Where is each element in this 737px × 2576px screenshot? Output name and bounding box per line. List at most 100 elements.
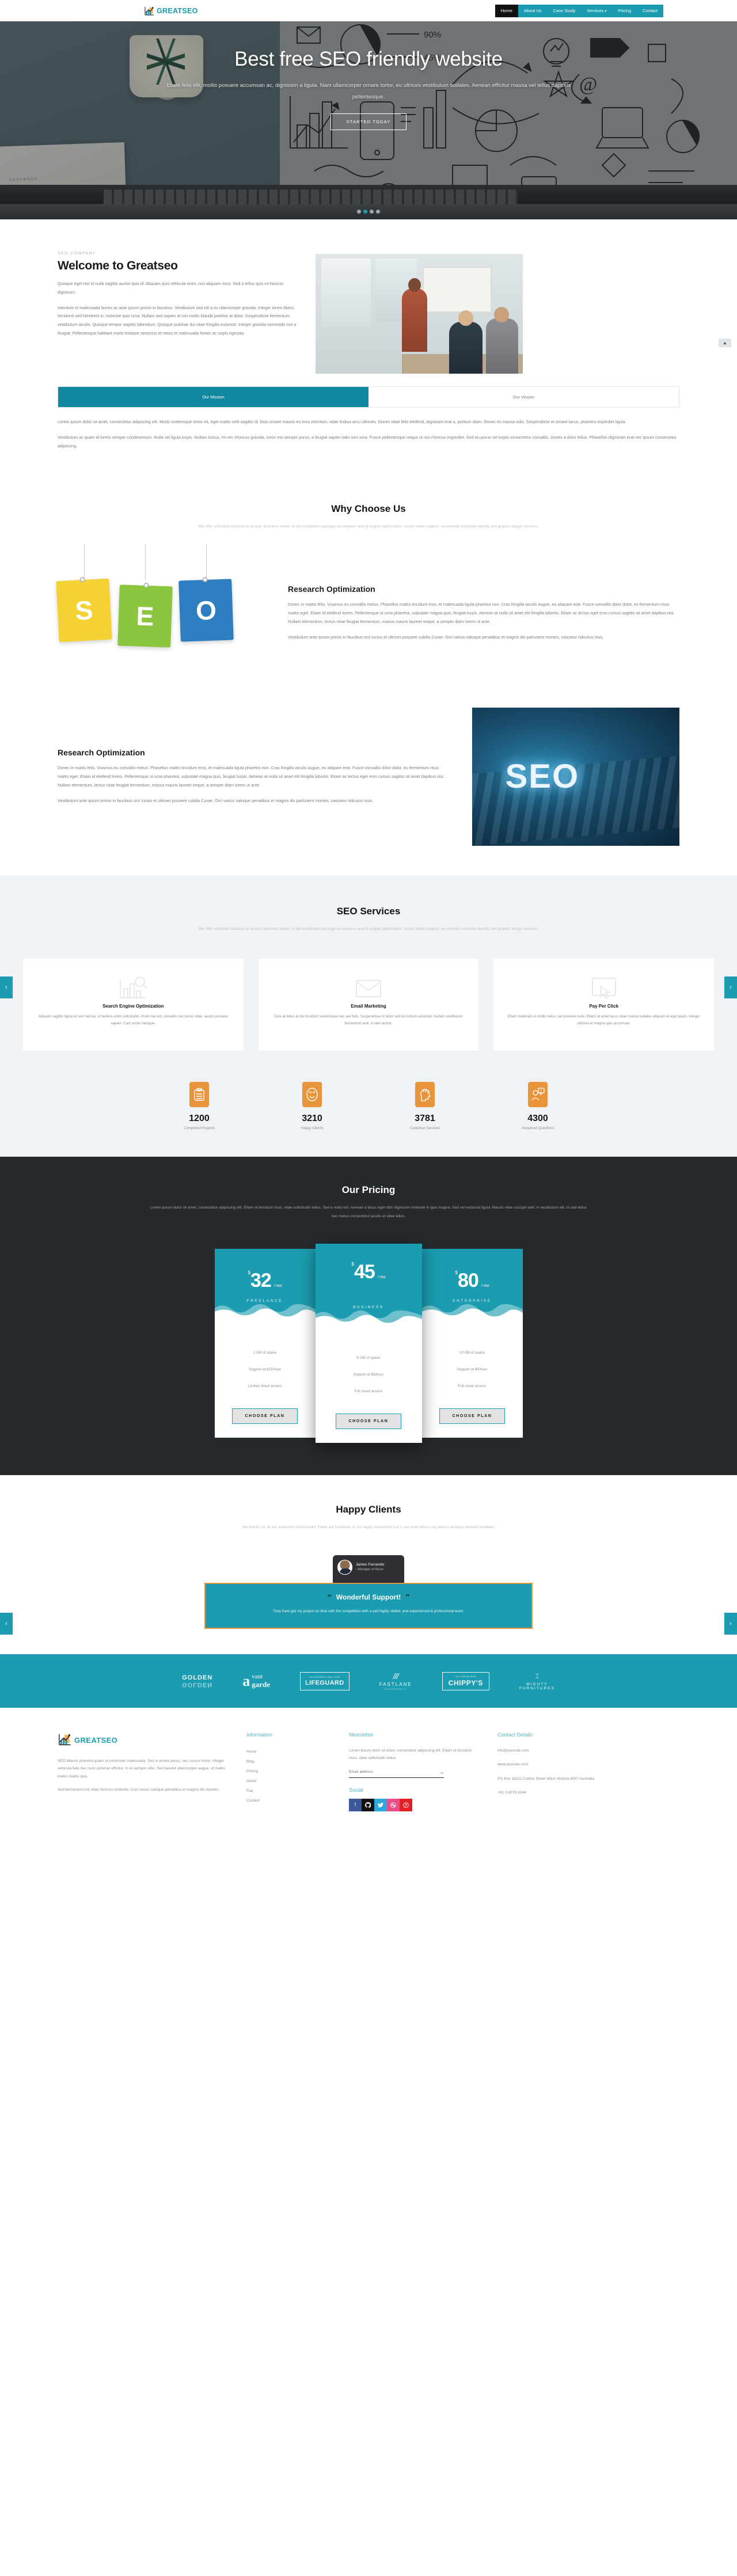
plan-feature: Support at $5/hour [353, 1373, 384, 1377]
pinterest-icon[interactable] [400, 1798, 412, 1811]
service-card-title: Search Engine Optimization [102, 1004, 164, 1009]
why-subtitle: We offer unlimited solutions to all your… [198, 525, 539, 529]
brand-logo-fastlane: /// FASTLANE SHOPFRONTS [379, 1671, 412, 1691]
pricing-subtitle: Lorem ipsum dolor sit amet, consectetur … [150, 1206, 587, 1218]
footer-logo[interactable]: GREATSEO [58, 1732, 230, 1748]
footer-contact-phone: +61 3 8376 6284 [497, 1790, 526, 1795]
services-prev-button[interactable]: ‹ [0, 977, 13, 999]
tab-our-mission[interactable]: Our Mission [58, 387, 368, 407]
counter-label: Happy Clients [301, 1126, 324, 1131]
logo-chart-icon [58, 1732, 71, 1748]
footer-information-column: Information Home Blog Pricing About Faq … [246, 1732, 333, 1811]
slider-dot-1[interactable] [357, 210, 361, 214]
testimonial-next-button[interactable]: › [724, 1612, 737, 1635]
logo-chart-icon [144, 5, 154, 16]
person-graphic-3 [486, 307, 518, 374]
testimonials-subtitle: We thanks for all our awesome testimonia… [242, 1525, 495, 1530]
newsletter-submit-arrow-icon[interactable]: → [439, 1769, 444, 1775]
service-card[interactable]: Search Engine Optimization Aliquam sagit… [23, 959, 244, 1051]
slider-dot-4[interactable] [376, 210, 380, 214]
counter-value: 3781 [415, 1114, 435, 1124]
clipboard-icon [189, 1082, 209, 1108]
nav-item-contact[interactable]: Contact [637, 5, 663, 17]
footer-logo-text: GREATSEO [74, 1735, 118, 1745]
welcome-title: Welcome to Greatseo [58, 259, 178, 272]
service-card[interactable]: Pay Per Click Etiam materials ut mollis … [493, 959, 715, 1051]
plan-feature: 5 GB of space [356, 1356, 381, 1361]
plan-period: / mo [377, 1275, 386, 1280]
slider-dot-2[interactable] [363, 210, 367, 214]
social-links[interactable]: f [349, 1798, 481, 1811]
feature-2-text: Research Optimization Donec in mattis fe… [58, 748, 449, 805]
site-logo[interactable]: GREATSEO [144, 5, 198, 16]
feature-block-1: S E O Research Optimization Donec in mat… [52, 531, 685, 695]
hero-slider-dots[interactable] [357, 210, 380, 214]
footer-link-about[interactable]: About [246, 1776, 333, 1786]
brand-logo-lifeguard: CALIFORNIA & SAN JOSE LIFEGUARD [299, 1671, 349, 1690]
footer-link-faq[interactable]: Faq [246, 1786, 333, 1796]
footer-link-contact[interactable]: Contact [246, 1796, 333, 1806]
testimonial-prev-button[interactable]: ‹ [0, 1612, 13, 1635]
service-card[interactable]: Email Marketing Duis at tellus at dui ti… [258, 959, 479, 1051]
twitter-icon[interactable] [374, 1798, 387, 1811]
pin-icon [202, 576, 208, 582]
started-today-button[interactable]: STARTED TODAY [330, 113, 407, 130]
dribbble-icon[interactable] [387, 1798, 400, 1811]
services-card-row: Search Engine Optimization Aliquam sagit… [0, 959, 737, 1051]
newsletter-email-input[interactable] [349, 1770, 439, 1775]
footer-contact-website[interactable]: www.yoursite.com [497, 1761, 641, 1768]
pricing-section: Our Pricing Lorem ipsum dolor sit amet, … [0, 1157, 737, 1476]
pricing-plan-enterprise: $80/ mo ENTERPRISE 10 GB of space Suppor… [421, 1249, 523, 1438]
hero-content: Best free SEO friendly website Etiam fel… [0, 48, 737, 130]
testimonial-author-name: James Fernando [356, 1563, 385, 1567]
testimonials-section: Happy Clients We thanks for all our awes… [0, 1475, 737, 1655]
counter-item: 1200 Completed Projects [168, 1082, 231, 1130]
seo-services-section: SEO Services We offer unlimited solution… [0, 875, 737, 1078]
plan-features: 5 GB of space Support at $5/hour Full cl… [316, 1324, 422, 1407]
nav-item-pricing[interactable]: Pricing [612, 5, 637, 17]
testimonial-quote-title: Wonderful Support! [336, 1593, 401, 1602]
footer-link-blog[interactable]: Blog [246, 1757, 333, 1766]
nav-item-services[interactable]: Services ▾ [581, 5, 612, 17]
choose-plan-button[interactable]: CHOOSE PLAN [335, 1414, 402, 1430]
tab-our-vission[interactable]: Our Vission [368, 387, 679, 407]
counter-label: Completed Projects [184, 1126, 215, 1131]
seo-glow-text: SEO [505, 758, 580, 796]
avatar [337, 1559, 352, 1575]
choose-plan-button[interactable]: CHOOSE PLAN [231, 1408, 298, 1424]
mission-vision-tabs[interactable]: Our Mission Our Vission [58, 386, 679, 408]
github-icon[interactable] [362, 1798, 374, 1811]
pin-icon [143, 582, 149, 588]
slider-dot-3[interactable] [370, 210, 374, 214]
footer-contact-email[interactable]: info@yoursite.com [497, 1747, 641, 1754]
plan-feature: Support at $25/hour [248, 1367, 282, 1372]
pricing-plan-business: $45/ mo BUSINESS 5 GB of space Support a… [315, 1244, 422, 1443]
tab-paragraph-2: Vestibulum ac quam id lorem semper condi… [58, 434, 677, 449]
footer-contact-address: PO Box 16122 Collins Street West Victori… [497, 1776, 594, 1781]
footer-contact-column: Contact Details info@yoursite.com www.yo… [497, 1732, 641, 1811]
plan-feature: 10 GB of space [459, 1351, 485, 1355]
counter-value: 4300 [527, 1114, 548, 1124]
hero-banner: CASHBOOK 90% 45% @ Best free SEO friendl… [0, 21, 737, 219]
counter-label: Answered Questions [521, 1126, 554, 1131]
plan-amount: 80 [458, 1270, 479, 1292]
choose-plan-button[interactable]: CHOOSE PLAN [439, 1408, 506, 1424]
nav-item-home[interactable]: Home [495, 4, 518, 17]
newsletter-form[interactable]: → [349, 1769, 444, 1778]
scroll-to-top-button[interactable]: ▲ [719, 339, 731, 347]
facebook-icon[interactable]: f [349, 1798, 362, 1811]
nav-item-about-us[interactable]: About Us [518, 5, 548, 17]
footer-link-home[interactable]: Home [246, 1747, 333, 1757]
quote-close-icon: ” [405, 1592, 410, 1602]
tab-panel: Lorem ipsum dolor sit amet, consectetur … [52, 408, 685, 450]
testimonials-title: Happy Clients [336, 1504, 401, 1515]
counter-item: 3210 Happy Clients [280, 1082, 344, 1130]
nav-item-case-study[interactable]: Case Study [548, 5, 582, 17]
tab-paragraph-1: Lorem ipsum dolor sit amet, consectetur … [58, 419, 626, 424]
testimonial-quote-box: “ Wonderful Support! ” They have got my … [204, 1582, 533, 1629]
footer-link-pricing[interactable]: Pricing [246, 1766, 333, 1776]
main-navigation[interactable]: Home About Us Case Study Services ▾ Prici… [495, 4, 663, 17]
services-next-button[interactable]: › [724, 977, 737, 999]
seo-card-e: E [117, 582, 173, 648]
pricing-title: Our Pricing [341, 1184, 396, 1196]
